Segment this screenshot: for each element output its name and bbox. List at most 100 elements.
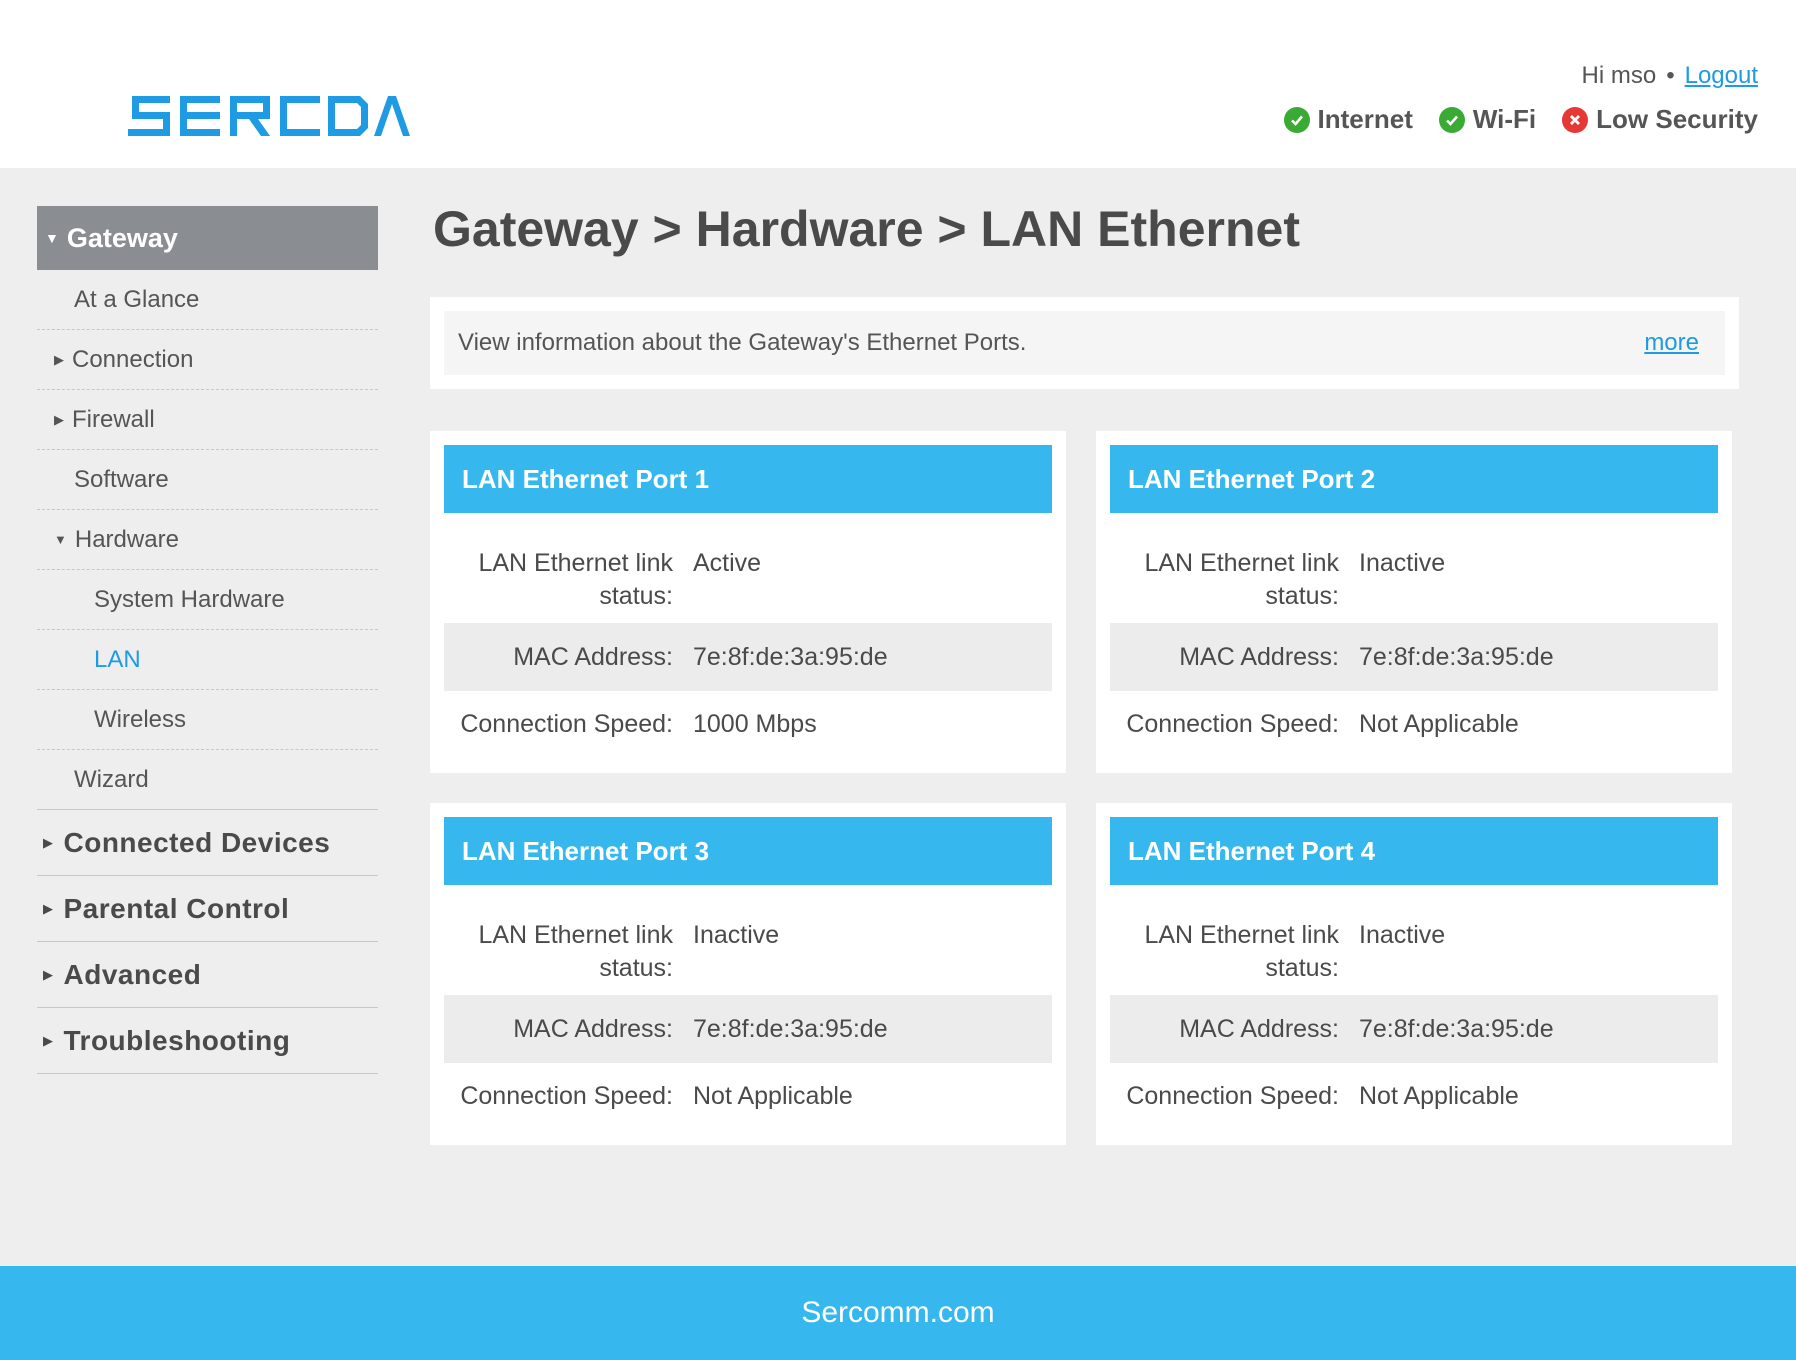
link-status-row: LAN Ethernet link status: Inactive bbox=[1110, 885, 1718, 995]
page-title: Gateway > Hardware > LAN Ethernet bbox=[433, 201, 1300, 257]
header: Hi mso • Logout Internet Wi-Fi Low Securit… bbox=[0, 0, 1796, 168]
greeting-text: Hi mso bbox=[1581, 62, 1657, 89]
sidebar-item-label: LAN bbox=[94, 645, 141, 673]
sidebar-section-gateway[interactable]: ▼ Gateway bbox=[37, 206, 378, 270]
caret-right-icon: ▶ bbox=[43, 900, 54, 916]
greeting: Hi mso • Logout bbox=[1582, 62, 1758, 90]
speed-label: Connection Speed: bbox=[460, 1081, 673, 1110]
speed-value: 1000 Mbps bbox=[693, 709, 817, 738]
sidebar-item-connected-devices[interactable]: ▶ Connected Devices bbox=[37, 810, 378, 876]
link-status-value: Active bbox=[693, 549, 762, 577]
port-card-2: LAN Ethernet Port 2 LAN Ethernet link st… bbox=[1096, 431, 1732, 773]
link-status-value: Inactive bbox=[1359, 549, 1446, 577]
caret-down-icon: ▼ bbox=[54, 532, 67, 547]
sidebar-item-label: Hardware bbox=[74, 525, 179, 553]
mac-label: MAC Address: bbox=[1179, 1014, 1339, 1043]
link-status-label: LAN Ethernet link status: bbox=[478, 549, 673, 610]
status-label: Wi-Fi bbox=[1472, 104, 1537, 134]
sidebar-item-system-hardware[interactable]: System Hardware bbox=[37, 570, 378, 630]
port-card-header: LAN Ethernet Port 1 bbox=[444, 445, 1052, 513]
link-status-row: LAN Ethernet link status: Active bbox=[444, 513, 1052, 623]
speed-row: Connection Speed: Not Applicable bbox=[1110, 691, 1718, 757]
info-box: View information about the Gateway's Eth… bbox=[430, 297, 1739, 389]
sidebar-item-parental-control[interactable]: ▶ Parental Control bbox=[37, 876, 378, 942]
link-status-label: LAN Ethernet link status: bbox=[1144, 549, 1339, 610]
x-circle-icon bbox=[1562, 106, 1589, 133]
mac-value: 7e:8f:de:3a:95:de bbox=[693, 1014, 888, 1043]
port-card-4: LAN Ethernet Port 4 LAN Ethernet link st… bbox=[1096, 803, 1732, 1145]
sidebar-item-label: Advanced bbox=[63, 958, 202, 990]
sidebar-item-label: Connected Devices bbox=[63, 826, 331, 858]
info-text: View information about the Gateway's Eth… bbox=[458, 329, 1027, 356]
footer-link[interactable]: Sercomm.com bbox=[801, 1296, 994, 1330]
caret-right-icon: ▶ bbox=[43, 834, 54, 850]
info-inner: View information about the Gateway's Eth… bbox=[444, 311, 1725, 375]
sidebar-section-label: Gateway bbox=[66, 222, 178, 253]
sidebar-item-lan[interactable]: LAN bbox=[37, 630, 378, 690]
logout-link[interactable]: Logout bbox=[1685, 62, 1758, 89]
caret-right-icon: ▶ bbox=[54, 411, 64, 427]
mac-label: MAC Address: bbox=[1179, 642, 1339, 671]
logo-wordmark bbox=[128, 96, 410, 136]
link-status-label: LAN Ethernet link status: bbox=[478, 921, 673, 982]
mac-value: 7e:8f:de:3a:95:de bbox=[693, 642, 888, 671]
sidebar-item-wireless[interactable]: Wireless bbox=[37, 690, 378, 750]
sidebar-item-label: Wizard bbox=[74, 765, 149, 793]
status-security: Low Security bbox=[1562, 104, 1758, 135]
link-status-label: LAN Ethernet link status: bbox=[1144, 921, 1339, 982]
link-status-value: Inactive bbox=[693, 921, 780, 949]
mac-row: MAC Address: 7e:8f:de:3a:95:de bbox=[1110, 623, 1718, 691]
mac-value: 7e:8f:de:3a:95:de bbox=[1359, 642, 1554, 671]
sidebar-item-label: Firewall bbox=[72, 405, 155, 433]
mac-row: MAC Address: 7e:8f:de:3a:95:de bbox=[444, 995, 1052, 1063]
separator-dot: • bbox=[1666, 62, 1675, 89]
port-card-header: LAN Ethernet Port 2 bbox=[1110, 445, 1718, 513]
sidebar-item-label: Wireless bbox=[94, 705, 187, 733]
sidebar-item-software[interactable]: Software bbox=[37, 450, 378, 510]
sercomm-logo[interactable] bbox=[128, 96, 410, 141]
speed-value: Not Applicable bbox=[1359, 1081, 1519, 1110]
mac-row: MAC Address: 7e:8f:de:3a:95:de bbox=[1110, 995, 1718, 1063]
speed-row: Connection Speed: Not Applicable bbox=[1110, 1063, 1718, 1129]
sidebar-item-connection[interactable]: ▶ Connection bbox=[37, 330, 378, 390]
sidebar-item-label: At a Glance bbox=[74, 285, 200, 313]
caret-right-icon: ▶ bbox=[43, 1032, 54, 1048]
port-card-header: LAN Ethernet Port 4 bbox=[1110, 817, 1718, 885]
mac-value: 7e:8f:de:3a:95:de bbox=[1359, 1014, 1554, 1043]
status-wifi: Wi-Fi bbox=[1438, 104, 1537, 135]
sidebar-item-hardware[interactable]: ▼ Hardware bbox=[37, 510, 378, 570]
sidebar-nav: ▼ Gateway At a Glance ▶ Connection ▶ Fir… bbox=[37, 206, 378, 1074]
status-label: Low Security bbox=[1596, 104, 1758, 134]
mac-label: MAC Address: bbox=[513, 1014, 673, 1043]
sidebar-item-wizard[interactable]: Wizard bbox=[37, 750, 378, 810]
link-status-value: Inactive bbox=[1359, 921, 1446, 949]
sidebar-item-label: Troubleshooting bbox=[63, 1024, 291, 1056]
caret-right-icon: ▶ bbox=[54, 351, 64, 367]
caret-right-icon: ▶ bbox=[43, 966, 54, 982]
sidebar-item-label: System Hardware bbox=[94, 585, 285, 613]
speed-row: Connection Speed: Not Applicable bbox=[444, 1063, 1052, 1129]
caret-down-icon: ▼ bbox=[45, 230, 59, 246]
mac-label: MAC Address: bbox=[513, 642, 673, 671]
port-card-3: LAN Ethernet Port 3 LAN Ethernet link st… bbox=[430, 803, 1066, 1145]
link-status-row: LAN Ethernet link status: Inactive bbox=[1110, 513, 1718, 623]
port-card-1: LAN Ethernet Port 1 LAN Ethernet link st… bbox=[430, 431, 1066, 773]
check-circle-icon bbox=[1283, 106, 1310, 133]
port-card-header: LAN Ethernet Port 3 bbox=[444, 817, 1052, 885]
sidebar-item-label: Parental Control bbox=[63, 892, 290, 924]
sidebar-item-firewall[interactable]: ▶ Firewall bbox=[37, 390, 378, 450]
sidebar-item-advanced[interactable]: ▶ Advanced bbox=[37, 942, 378, 1008]
status-label: Internet bbox=[1317, 104, 1413, 134]
speed-label: Connection Speed: bbox=[1126, 709, 1339, 738]
link-status-row: LAN Ethernet link status: Inactive bbox=[444, 885, 1052, 995]
speed-value: Not Applicable bbox=[693, 1081, 853, 1110]
sidebar-item-at-a-glance[interactable]: At a Glance bbox=[37, 270, 378, 330]
footer: Sercomm.com bbox=[0, 1266, 1796, 1360]
check-circle-icon bbox=[1438, 106, 1465, 133]
sidebar-item-label: Software bbox=[74, 465, 169, 493]
speed-value: Not Applicable bbox=[1359, 709, 1519, 738]
speed-label: Connection Speed: bbox=[1126, 1081, 1339, 1110]
status-internet: Internet bbox=[1283, 104, 1413, 135]
sidebar-item-troubleshooting[interactable]: ▶ Troubleshooting bbox=[37, 1008, 378, 1074]
more-link[interactable]: more bbox=[1644, 329, 1699, 357]
